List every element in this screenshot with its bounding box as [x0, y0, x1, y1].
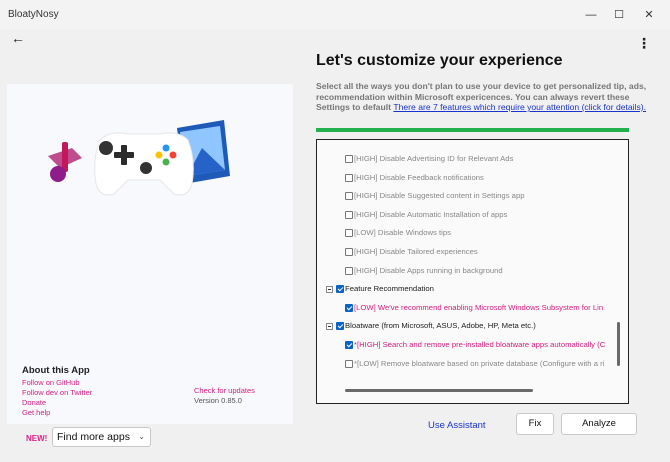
feature-checkbox[interactable] [345, 303, 353, 312]
collapse-icon[interactable] [326, 285, 333, 293]
feature-checkbox[interactable] [336, 285, 344, 294]
feature-row[interactable]: *[HIGH] Search and remove pre-installed … [317, 337, 627, 353]
feature-label: Bloatware (from Microsoft, ASUS, Adobe, … [345, 321, 536, 331]
features-tree[interactable]: [HIGH] Disable Advertising ID for Releva… [316, 139, 629, 404]
hero-illustration [48, 120, 230, 196]
feature-row[interactable]: [HIGH] Disable Feedback notifications [317, 170, 627, 186]
feature-checkbox[interactable] [345, 173, 353, 182]
feature-row[interactable]: Bloatware (from Microsoft, ASUS, Adobe, … [317, 318, 627, 334]
game-controller-icon [94, 132, 194, 196]
feature-label: [HIGH] Disable Suggested content in Sett… [354, 191, 525, 201]
use-assistant-link[interactable]: Use Assistant [428, 420, 486, 431]
app-title: BloatyNosy [8, 9, 59, 20]
analyze-button[interactable]: Analyze [561, 413, 637, 435]
more-options-icon[interactable]: ⋮ [637, 36, 651, 50]
donate-link[interactable]: Donate [22, 398, 46, 407]
get-help-link[interactable]: Get help [22, 408, 50, 417]
description: Select all the ways you don't plan to us… [316, 81, 656, 113]
feature-checkbox[interactable] [345, 341, 353, 349]
find-apps-select[interactable]: Find more apps ⌄ [52, 427, 151, 447]
fix-button[interactable]: Fix [516, 413, 554, 435]
progress-fill [316, 128, 629, 132]
collapse-icon[interactable] [326, 322, 333, 330]
feature-checkbox[interactable] [345, 210, 353, 219]
feature-row[interactable]: [HIGH] Disable Apps running in backgroun… [317, 263, 627, 279]
feature-row[interactable]: [HIGH] Disable Automatic Installation of… [317, 207, 627, 223]
minimize-icon[interactable]: — [577, 5, 605, 25]
feature-label: [HIGH] Disable Feedback notifications [354, 172, 484, 182]
feature-label: *[LOW] Remove bloatware based on private… [354, 358, 605, 368]
feature-label: [HIGH] Disable Advertising ID for Releva… [354, 154, 514, 163]
close-icon[interactable]: ✕ [635, 5, 663, 25]
attention-link[interactable]: There are 7 features which require your … [393, 102, 646, 112]
feature-row[interactable]: [HIGH] Disable Tailored experiences [317, 244, 627, 260]
feature-label: [LOW] We've recommend enabling Microsoft… [354, 302, 604, 312]
feature-label: Feature Recommendation [345, 284, 434, 294]
feature-label: [HIGH] Disable Apps running in backgroun… [354, 265, 503, 275]
feature-row[interactable]: [LOW] We've recommend enabling Microsoft… [317, 300, 627, 316]
version-label: Version 0.85.0 [194, 396, 242, 405]
feature-checkbox[interactable] [345, 229, 353, 238]
feature-row[interactable]: [LOW] Disable Windows tips [317, 225, 627, 241]
feature-row[interactable]: Feature Recommendation [317, 281, 627, 297]
feature-checkbox[interactable] [345, 192, 353, 201]
feature-checkbox[interactable] [345, 266, 353, 275]
title-bar: BloatyNosy — ☐ ✕ [0, 0, 670, 30]
back-arrow-icon[interactable]: ← [8, 30, 28, 46]
feature-label: [HIGH] Disable Tailored experiences [354, 247, 478, 256]
page-title: Let's customize your experience [316, 52, 563, 69]
twitter-link[interactable]: Follow dev on Twitter [22, 388, 92, 397]
horizontal-scrollbar[interactable] [345, 389, 533, 392]
feature-label: [LOW] Disable Windows tips [354, 228, 451, 238]
github-link[interactable]: Follow on GitHub [22, 378, 80, 387]
new-badge: NEW! [26, 434, 48, 443]
vertical-scrollbar[interactable] [617, 322, 620, 366]
feature-checkbox[interactable] [345, 359, 353, 368]
feature-row[interactable]: *[LOW] Remove bloatware based on private… [317, 356, 627, 372]
maximize-icon[interactable]: ☐ [605, 5, 633, 25]
progress-bar [316, 128, 629, 132]
feature-label: *[HIGH] Search and remove pre-installed … [354, 340, 606, 349]
feature-checkbox[interactable] [345, 248, 353, 256]
chevron-down-icon: ⌄ [138, 432, 145, 441]
find-apps-value: Find more apps [57, 431, 130, 443]
feature-checkbox[interactable] [336, 322, 344, 331]
music-note-icon [48, 142, 82, 182]
check-updates-link[interactable]: Check for updates [194, 386, 255, 395]
feature-row[interactable]: [HIGH] Disable Advertising ID for Releva… [317, 151, 627, 167]
feature-label: [HIGH] Disable Automatic Installation of… [354, 209, 508, 219]
feature-checkbox[interactable] [345, 155, 353, 163]
feature-row[interactable]: [HIGH] Disable Suggested content in Sett… [317, 188, 627, 204]
about-title: About this App [22, 365, 90, 376]
